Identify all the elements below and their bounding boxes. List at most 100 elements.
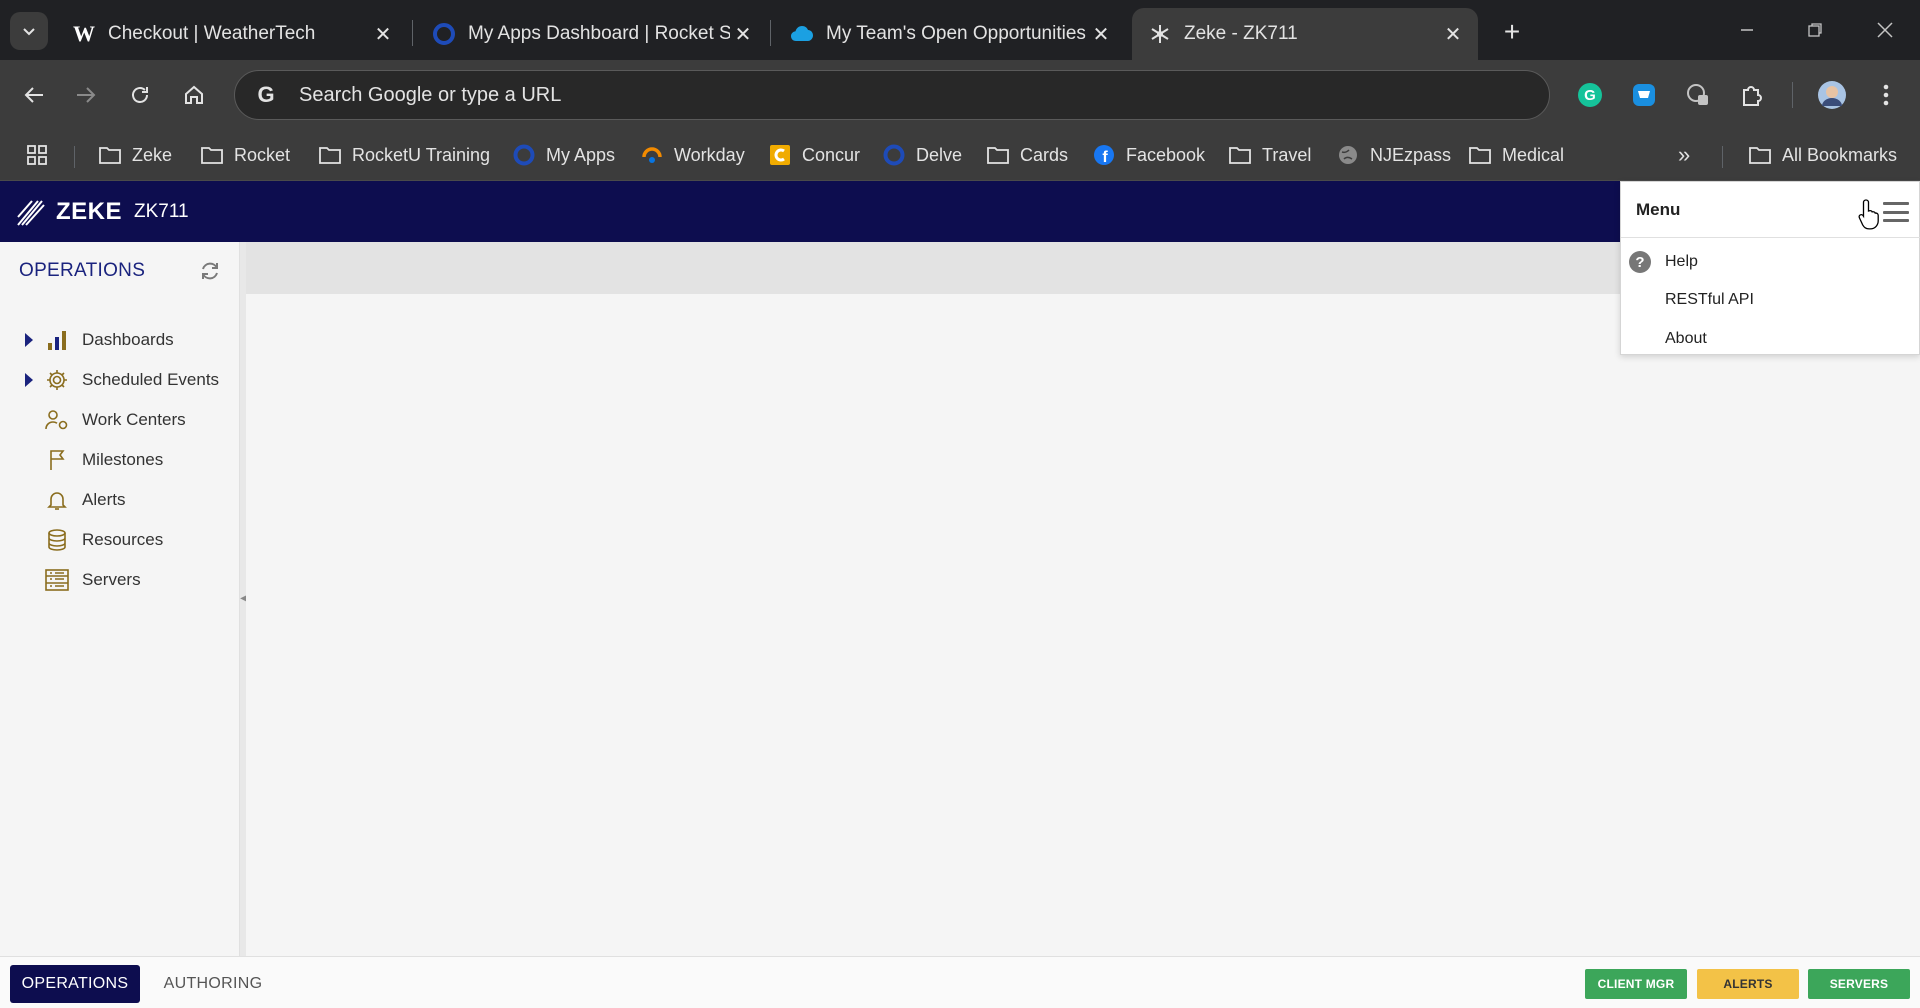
bookmark-label: RocketU Training [352, 144, 491, 165]
all-bookmarks-button[interactable]: All Bookmarks [1748, 138, 1897, 172]
folder-icon [986, 143, 1010, 167]
bookmark-travel[interactable]: Travel [1228, 138, 1311, 172]
bookmarks-separator [1722, 146, 1723, 168]
svg-text:f: f [1102, 149, 1108, 166]
apps-grid-icon[interactable] [26, 138, 48, 172]
browser-tab-my-apps[interactable]: My Apps Dashboard | Rocket Sc ✕ [416, 8, 768, 60]
reload-button[interactable] [120, 75, 160, 115]
bookmark-label: Travel [1262, 144, 1312, 165]
folder-icon [98, 143, 122, 167]
servers-button[interactable]: SERVERS [1808, 969, 1910, 999]
cart-extension-icon[interactable] [1626, 77, 1662, 113]
bottom-bar: OPERATIONS AUTHORING CLIENT MGR ALERTS S… [0, 956, 1920, 1008]
tab-search-button[interactable] [10, 12, 48, 50]
tab-operations[interactable]: OPERATIONS [10, 965, 140, 1003]
bar-chart-icon [44, 327, 70, 353]
sidebar-item-milestones[interactable]: Milestones [0, 442, 240, 478]
bookmark-label: Cards [1020, 144, 1069, 165]
bookmark-rocket[interactable]: Rocket [200, 138, 290, 172]
restore-window-button[interactable] [1790, 10, 1840, 50]
menu-item-restful-api[interactable]: RESTful API [1621, 282, 1920, 318]
browser-tab-zeke[interactable]: Zeke - ZK711 ✕ [1132, 8, 1478, 60]
profile-avatar[interactable] [1814, 77, 1850, 113]
sidebar-item-work-centers[interactable]: Work Centers [0, 402, 240, 438]
bookmark-label: Medical [1502, 144, 1565, 165]
back-arrow-icon [24, 87, 43, 103]
rocket-circle-icon [432, 22, 456, 46]
home-icon [185, 85, 203, 104]
people-gear-icon [44, 407, 70, 433]
sidebar-item-servers[interactable]: Servers [0, 562, 240, 598]
refresh-icon[interactable] [197, 258, 223, 284]
folder-icon [200, 143, 224, 167]
home-button[interactable] [174, 75, 214, 115]
minimize-icon [1741, 29, 1753, 31]
bookmark-medical[interactable]: Medical [1468, 138, 1564, 172]
reload-icon [132, 87, 148, 103]
sidebar-item-dashboards[interactable]: Dashboards [0, 322, 240, 358]
gear-icon [44, 367, 70, 393]
forward-button[interactable] [66, 75, 106, 115]
folder-icon [1228, 143, 1252, 167]
menu-item-help[interactable]: ? Help [1621, 244, 1920, 280]
address-bar[interactable]: G Search Google or type a URL [234, 70, 1550, 120]
menu-item-about[interactable]: About [1621, 321, 1920, 357]
bookmark-zeke[interactable]: Zeke [98, 138, 172, 172]
grammarly-extension-icon[interactable]: G [1572, 77, 1608, 113]
bookmark-delve[interactable]: Delve [882, 138, 962, 172]
alerts-button[interactable]: ALERTS [1697, 969, 1799, 999]
svg-text:?: ? [1635, 254, 1644, 271]
tab-title: My Team's Open Opportunities [826, 23, 1086, 44]
puzzle-extensions-icon[interactable] [1734, 77, 1770, 113]
bookmark-label: My Apps [546, 144, 616, 165]
sidebar-item-alerts[interactable]: Alerts [0, 482, 240, 518]
delve-icon [882, 143, 906, 167]
tab-authoring[interactable]: AUTHORING [150, 965, 276, 1003]
expand-caret-icon[interactable] [22, 330, 36, 350]
expand-caret-icon[interactable] [22, 370, 36, 390]
bookmark-my-apps[interactable]: My Apps [512, 138, 615, 172]
sidebar-item-label: Work Centers [82, 410, 186, 429]
browser-tab-opportunities[interactable]: My Team's Open Opportunities ✕ [774, 8, 1126, 60]
minimize-window-button[interactable] [1722, 10, 1772, 50]
bookmark-concur[interactable]: Concur [768, 138, 860, 172]
concur-icon [768, 143, 792, 167]
new-tab-button[interactable]: + [1494, 14, 1530, 50]
close-window-button[interactable] [1860, 10, 1910, 50]
browser-tab-weathertech[interactable]: W Checkout | WeatherTech ✕ [56, 8, 408, 60]
bookmark-label: Rocket [234, 144, 291, 165]
bookmark-workday[interactable]: Workday [640, 138, 745, 172]
close-tab-icon[interactable]: ✕ [1440, 21, 1466, 47]
close-icon [1877, 22, 1893, 38]
salesforce-cloud-icon [790, 22, 814, 46]
sidebar-item-scheduled-events[interactable]: Scheduled Events [0, 362, 240, 398]
back-button[interactable] [14, 75, 54, 115]
bell-icon [44, 487, 70, 513]
svg-text:G: G [1584, 87, 1596, 104]
hamburger-menu-icon[interactable] [1883, 202, 1909, 222]
browser-toolbar: G Search Google or type a URL G [0, 60, 1920, 130]
client-mgr-button[interactable]: CLIENT MGR [1585, 969, 1687, 999]
bookmark-label: Workday [674, 144, 745, 165]
tab-separator [770, 20, 771, 46]
bookmark-facebook[interactable]: f Facebook [1092, 138, 1205, 172]
bookmark-rocketu-training[interactable]: RocketU Training [318, 138, 490, 172]
sidebar-item-resources[interactable]: Resources [0, 522, 240, 558]
bookmark-label: NJEzpass [1370, 144, 1452, 165]
bookmark-njezpass[interactable]: NJEzpass [1336, 138, 1451, 172]
close-tab-icon[interactable]: ✕ [730, 21, 756, 47]
close-tab-icon[interactable]: ✕ [1088, 21, 1114, 47]
tab-strip: W Checkout | WeatherTech ✕ My Apps Dashb… [0, 0, 1920, 60]
sidebar-title: OPERATIONS [19, 260, 146, 281]
browser-chrome: W Checkout | WeatherTech ✕ My Apps Dashb… [0, 0, 1920, 181]
close-tab-icon[interactable]: ✕ [370, 21, 396, 47]
folder-icon [318, 143, 342, 167]
server-list-icon [44, 567, 70, 593]
instance-name: ZK711 [134, 201, 189, 222]
more-options-icon[interactable] [1868, 77, 1904, 113]
bookmark-label: Delve [916, 144, 963, 165]
bookmark-cards[interactable]: Cards [986, 138, 1068, 172]
more-bookmarks-chevron-icon[interactable]: » [1678, 138, 1690, 172]
menu-item-label: RESTful API [1665, 291, 1754, 308]
shield-extension-icon[interactable] [1680, 77, 1716, 113]
